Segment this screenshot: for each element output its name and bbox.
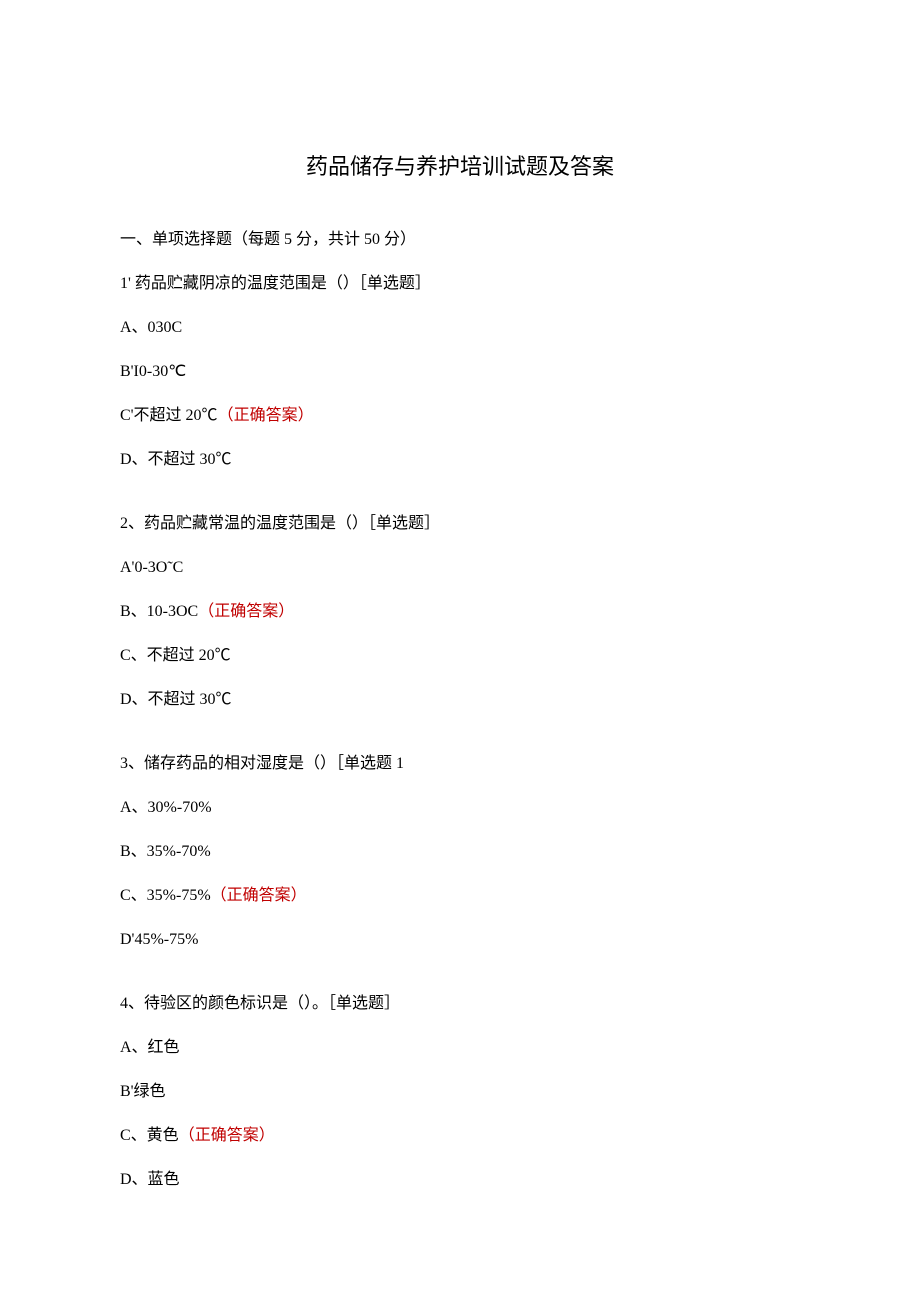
option-text: C、不超过 20℃ — [120, 647, 231, 664]
question-option: D、蓝色 — [120, 1168, 800, 1192]
correct-answer-label: （正确答案） — [211, 887, 307, 904]
question-option: C、35%-75%（正确答案） — [120, 884, 800, 908]
correct-answer-label: （正确答案） — [179, 1127, 275, 1144]
question-option: A、030C — [120, 316, 800, 340]
option-text: A'0-3O˜C — [120, 559, 183, 576]
option-text: B'I0-30℃ — [120, 363, 186, 380]
question-option: B、10-3OC（正确答案） — [120, 600, 800, 624]
option-text: A、030C — [120, 319, 182, 336]
question-stem: 1' 药品贮藏阴凉的温度范围是（）［单选题］ — [120, 272, 800, 296]
question-option: A、30%-70% — [120, 796, 800, 820]
option-text: C'不超过 20℃ — [120, 407, 218, 424]
question-option: D'45%-75% — [120, 928, 800, 952]
option-text: D、蓝色 — [120, 1171, 180, 1188]
question-option: C'不超过 20℃（正确答案） — [120, 404, 800, 428]
question-stem: 3、储存药品的相对湿度是（）［单选题 1 — [120, 752, 800, 776]
option-text: B'绿色 — [120, 1083, 166, 1100]
question-stem: 4、待验区的颜色标识是（）。［单选题］ — [120, 992, 800, 1016]
question-option: D、不超过 30℃ — [120, 448, 800, 472]
question-option: C、不超过 20℃ — [120, 644, 800, 668]
option-text: D、不超过 30℃ — [120, 691, 232, 708]
question-option: C、黄色（正确答案） — [120, 1124, 800, 1148]
option-text: C、35%-75% — [120, 887, 211, 904]
option-text: A、30%-70% — [120, 799, 212, 816]
correct-answer-label: （正确答案） — [218, 407, 314, 424]
question-option: A、红色 — [120, 1036, 800, 1060]
question-block: 1' 药品贮藏阴凉的温度范围是（）［单选题］ A、030C B'I0-30℃ C'不超… — [120, 272, 800, 472]
option-text: D、不超过 30℃ — [120, 451, 232, 468]
question-option: B'绿色 — [120, 1080, 800, 1104]
section-header: 一、单项选择题（每题 5 分，共计 50 分） — [120, 228, 800, 252]
option-text: B、35%-70% — [120, 843, 211, 860]
option-text: B、10-3OC — [120, 603, 198, 620]
question-stem: 2、药品贮藏常温的温度范围是（）［单选题］ — [120, 512, 800, 536]
question-block: 4、待验区的颜色标识是（）。［单选题］ A、红色 B'绿色 C、黄色（正确答案） D、蓝… — [120, 992, 800, 1192]
correct-answer-label: （正确答案） — [198, 603, 294, 620]
question-option: D、不超过 30℃ — [120, 688, 800, 712]
option-text: C、黄色 — [120, 1127, 179, 1144]
question-block: 3、储存药品的相对湿度是（）［单选题 1 A、30%-70% B、35%-70% C、… — [120, 752, 800, 952]
option-text: D'45%-75% — [120, 931, 198, 948]
question-option: A'0-3O˜C — [120, 556, 800, 580]
option-text: A、红色 — [120, 1039, 180, 1056]
question-option: B、35%-70% — [120, 840, 800, 864]
document-title: 药品储存与养护培训试题及答案 — [120, 150, 800, 183]
questions-container: 1' 药品贮藏阴凉的温度范围是（）［单选题］ A、030C B'I0-30℃ C'不超… — [120, 272, 800, 1192]
question-block: 2、药品贮藏常温的温度范围是（）［单选题］ A'0-3O˜C B、10-3OC（正确… — [120, 512, 800, 712]
question-option: B'I0-30℃ — [120, 360, 800, 384]
